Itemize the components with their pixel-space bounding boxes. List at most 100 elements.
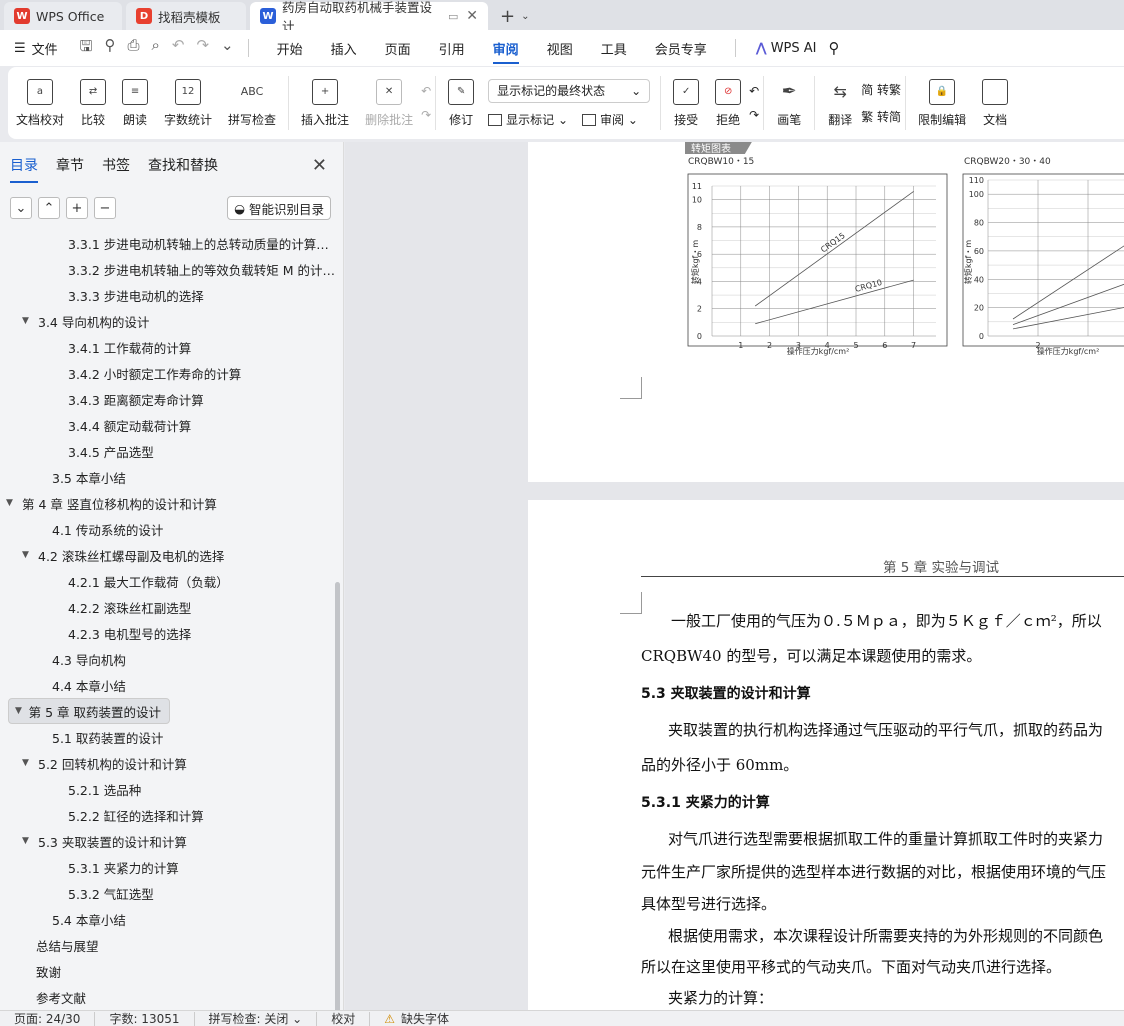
toc-item[interactable]: 5.3.1 夹紧力的计算 — [0, 854, 343, 880]
undo-icon[interactable]: ↶ — [172, 36, 185, 61]
expand-arrow-icon[interactable]: ▼ — [15, 706, 25, 716]
toc-item[interactable]: 4.4 本章小结 — [0, 672, 343, 698]
toc-item[interactable]: 致谢 — [0, 958, 343, 984]
toc-item[interactable]: 5.2.2 缸径的选择和计算 — [0, 802, 343, 828]
insert-comment-button[interactable]: + 插入批注 — [293, 78, 357, 128]
expand-arrow-icon[interactable]: ▼ — [22, 550, 34, 560]
word-count-button[interactable]: 12 字数统计 — [156, 78, 220, 128]
accept-button[interactable]: ✓ 接受 — [665, 78, 707, 128]
reject-button[interactable]: ⊘ 拒绝 — [707, 78, 749, 128]
toc-item[interactable]: 4.2.3 电机型号的选择 — [0, 620, 343, 646]
compare-button[interactable]: ⇄ 比较 — [72, 78, 114, 128]
spell-check-indicator[interactable]: 拼写检查: 关闭 ⌄ — [195, 1011, 318, 1026]
toc-item[interactable]: 参考文献 — [0, 984, 343, 1010]
toc-item[interactable]: 3.4.4 额定动载荷计算 — [0, 412, 343, 438]
to-simplified-button[interactable]: 繁 转简 — [861, 108, 901, 125]
more-chevron-icon[interactable]: ⌄ — [221, 36, 234, 61]
toc-item[interactable]: 总结与展望 — [0, 932, 343, 958]
remove-heading-icon[interactable]: − — [94, 197, 116, 219]
tab-list-chevron-icon[interactable]: ⌄ — [521, 2, 529, 30]
tab-docer-templates[interactable]: D 找稻壳模板 — [126, 2, 246, 30]
print-icon[interactable]: ⎙ — [127, 36, 139, 61]
read-aloud-button[interactable]: ≡ 朗读 — [114, 78, 156, 128]
menu-tools[interactable]: 工具 — [601, 39, 627, 58]
search-icon[interactable]: ⚲ — [829, 39, 840, 57]
show-markup-button[interactable]: 显示标记 ⌄ — [488, 111, 568, 128]
toc-item[interactable]: 3.3.1 步进电动机转轴上的总转动质量的计算… — [0, 230, 343, 256]
toc-item[interactable]: 3.5 本章小结 — [0, 464, 343, 490]
toc-item[interactable]: 3.4.2 小时额定工作寿命的计算 — [0, 360, 343, 386]
wps-ai-button[interactable]: ⋀ WPS AI — [756, 41, 817, 56]
toc-item[interactable]: 4.3 导向机构 — [0, 646, 343, 672]
tab-wps-office[interactable]: W WPS Office — [4, 2, 122, 30]
expand-arrow-icon[interactable]: ▼ — [22, 316, 34, 326]
toc-item[interactable]: 5.4 本章小结 — [0, 906, 343, 932]
revise-button[interactable]: ✎ 修订 — [440, 78, 482, 128]
print-preview-icon[interactable]: ⌕ — [151, 36, 159, 61]
translate-button[interactable]: ⇆ 翻译 — [819, 79, 861, 128]
redo-icon[interactable]: ↷ — [196, 36, 209, 61]
close-pane-icon[interactable]: ✕ — [312, 155, 327, 176]
new-tab-icon[interactable]: + — [500, 2, 515, 30]
word-count-indicator[interactable]: 字数: 13051 — [95, 1011, 195, 1026]
toc-item[interactable]: 5.1 取药装置的设计 — [0, 724, 343, 750]
export-icon[interactable]: ⚲ — [104, 36, 115, 61]
menu-references[interactable]: 引用 — [439, 39, 465, 58]
menu-page[interactable]: 页面 — [385, 39, 411, 58]
markup-state-select[interactable]: 显示标记的最终状态 ⌄ — [488, 78, 651, 103]
smart-toc-button[interactable]: ◒ 智能识别目录 — [227, 196, 331, 220]
toc-item[interactable]: 4.2.1 最大工作载荷（负载） — [0, 568, 343, 594]
toc-item[interactable]: 3.4.5 产品选型 — [0, 438, 343, 464]
toc-item[interactable]: ▼ 第 4 章 竖直位移机构的设计和计算 — [0, 490, 343, 516]
proofread-button[interactable]: a 文档校对 — [8, 78, 72, 128]
toc-scrollbar[interactable] — [335, 582, 340, 1010]
page-indicator[interactable]: 页面: 24/30 — [0, 1011, 96, 1026]
next-comment-icon[interactable]: ↷ — [421, 108, 431, 122]
add-heading-icon[interactable]: + — [66, 197, 88, 219]
menu-view[interactable]: 视图 — [547, 39, 573, 58]
tab-bookmarks[interactable]: 书签 — [102, 155, 130, 175]
restrict-edit-button[interactable]: 🔒 限制编辑 — [910, 78, 974, 128]
missing-font-indicator[interactable]: ⚠ 缺失字体 — [370, 1012, 463, 1026]
close-tab-icon[interactable]: ✕ — [466, 8, 478, 24]
window-mode-icon[interactable]: ▭ — [448, 10, 458, 23]
toc-item[interactable]: 5.3.2 气缸选型 — [0, 880, 343, 906]
expand-arrow-icon[interactable]: ▼ — [6, 498, 18, 508]
menu-insert[interactable]: 插入 — [331, 39, 357, 58]
to-traditional-button[interactable]: 简 转繁 — [861, 81, 901, 98]
menu-home[interactable]: 开始 — [277, 39, 303, 58]
toc-item[interactable]: 4.2.2 滚珠丝杠副选型 — [0, 594, 343, 620]
toc-item[interactable]: 3.4.3 距离额定寿命计算 — [0, 386, 343, 412]
tab-chapters[interactable]: 章节 — [56, 155, 84, 175]
toc-item[interactable]: ▼ 3.4 导向机构的设计 — [0, 308, 343, 334]
toc-item[interactable]: ▼ 5.3 夹取装置的设计和计算 — [0, 828, 343, 854]
file-menu[interactable]: ☰ 文件 — [14, 39, 58, 58]
toc-item[interactable]: ▼ 4.2 滚珠丝杠螺母副及电机的选择 — [0, 542, 343, 568]
toc-item[interactable]: 3.4.1 工作载荷的计算 — [0, 334, 343, 360]
expand-arrow-icon[interactable]: ▼ — [22, 758, 34, 768]
toc-item[interactable]: 3.3.2 步进电机转轴上的等效负载转矩 M 的计… — [0, 256, 343, 282]
doc-rights-button[interactable]: 文档 — [974, 78, 1016, 128]
toc-item[interactable]: ▼ 5.2 回转机构的设计和计算 — [0, 750, 343, 776]
tab-find-replace[interactable]: 查找和替换 — [148, 155, 218, 175]
spell-check-button[interactable]: ABC 拼写检查 — [220, 79, 284, 128]
tab-toc[interactable]: 目录 — [10, 155, 38, 183]
next-change-icon[interactable]: ↷ — [749, 108, 759, 122]
toc-item[interactable]: 4.1 传动系统的设计 — [0, 516, 343, 542]
tab-document[interactable]: W 药房自动取药机械手装置设计 ▭ ✕ — [250, 0, 488, 34]
expand-arrow-icon[interactable]: ▼ — [22, 836, 34, 846]
save-icon[interactable]: 🖫 — [80, 36, 93, 61]
toc-item[interactable]: ▼ 第 5 章 取药装置的设计 — [8, 698, 170, 724]
toc-item[interactable]: 5.2.1 选品种 — [0, 776, 343, 802]
pen-button[interactable]: ✒ 画笔 — [768, 79, 810, 128]
review-pane-button[interactable]: 审阅 ⌄ — [582, 111, 638, 128]
collapse-up-icon[interactable]: ⌃ — [38, 197, 60, 219]
delete-comment-button[interactable]: ✕ 删除批注 — [357, 78, 421, 128]
proofread-indicator[interactable]: 校对 — [317, 1011, 371, 1026]
previous-change-icon[interactable]: ↶ — [749, 84, 759, 98]
toc-item[interactable]: 3.3.3 步进电动机的选择 — [0, 282, 343, 308]
menu-membership[interactable]: 会员专享 — [655, 39, 707, 58]
menu-review[interactable]: 审阅 — [492, 39, 519, 64]
expand-down-icon[interactable]: ⌄ — [10, 197, 32, 219]
previous-comment-icon[interactable]: ↶ — [421, 84, 431, 98]
